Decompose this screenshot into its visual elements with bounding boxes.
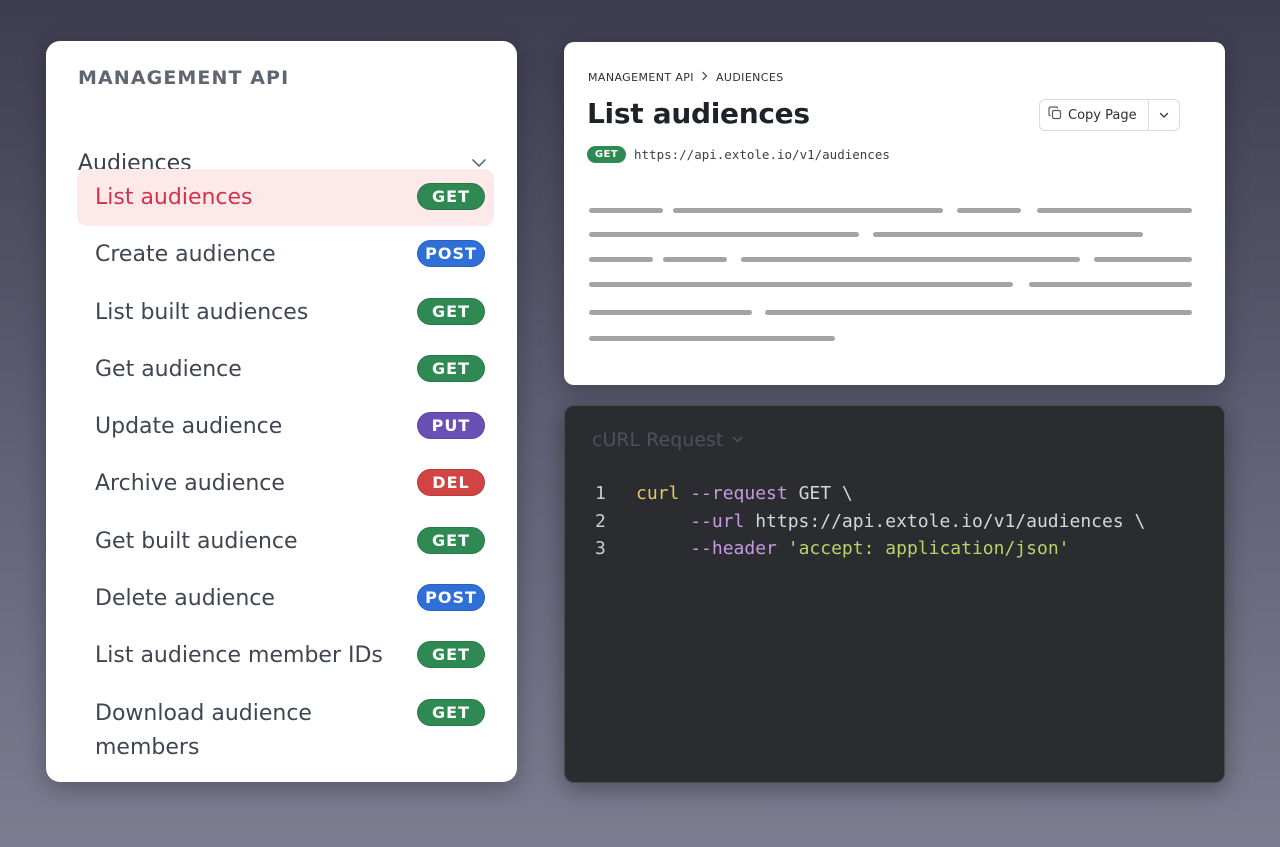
placeholder-line: [1094, 257, 1192, 262]
breadcrumb-item-audiences[interactable]: AUDIENCES: [716, 71, 784, 84]
sidebar-item-label: Get built audience: [95, 528, 298, 554]
placeholder-line: [589, 257, 653, 262]
sidebar-item[interactable]: Update audience PUT: [77, 398, 494, 455]
placeholder-line: [589, 282, 1013, 287]
method-badge: GET: [417, 297, 485, 325]
breadcrumb: MANAGEMENT API AUDIENCES: [588, 70, 784, 84]
sidebar-item[interactable]: Get audience GET: [77, 341, 494, 398]
code-token: curl: [636, 483, 691, 504]
copy-page-button[interactable]: Copy Page: [1040, 100, 1149, 130]
method-badge: GET: [417, 183, 485, 210]
sidebar-item-label: Get audience: [95, 356, 242, 382]
sidebar-item-label: List built audiences: [95, 299, 309, 325]
placeholder-line: [765, 310, 1192, 315]
line-number: 3: [595, 538, 606, 559]
sidebar-header: MANAGEMENT API: [78, 67, 290, 89]
endpoint-list: List audiences GET Create audience POST List…: [77, 169, 494, 775]
copy-page-group: Copy Page: [1039, 99, 1180, 131]
sidebar-item[interactable]: List audience member IDs GET: [77, 627, 494, 684]
sidebar-item[interactable]: Download audience members GET: [77, 685, 494, 775]
page-title: List audiences: [587, 97, 810, 130]
copy-options-dropdown[interactable]: [1149, 100, 1179, 130]
method-badge: DEL: [417, 469, 485, 497]
code-block[interactable]: 1 curl --request GET \ 2 --url https://api…: [595, 480, 1145, 563]
code-token: --header: [690, 538, 777, 559]
code-token: --url: [690, 510, 745, 532]
sidebar-item[interactable]: List audiences GET: [77, 169, 494, 227]
endpoint-row: GET https://api.extole.io/v1/audiences: [587, 146, 890, 163]
sidebar-nav: MANAGEMENT API Audiences List audiences G…: [46, 41, 517, 782]
sidebar-item[interactable]: Delete audience POST: [77, 570, 494, 627]
placeholder-line: [673, 208, 943, 213]
code-line: 2 --url https://api.extole.io/v1/audienc…: [595, 508, 1145, 536]
placeholder-line: [741, 257, 1080, 262]
sidebar-item[interactable]: Archive audience DEL: [77, 455, 494, 512]
method-badge: GET: [417, 641, 485, 669]
breadcrumb-item-management-api[interactable]: MANAGEMENT API: [588, 71, 694, 84]
sidebar-item[interactable]: Create audience POST: [77, 226, 494, 283]
line-number: 1: [595, 483, 606, 504]
placeholder-line: [589, 232, 859, 237]
method-badge: PUT: [417, 412, 485, 440]
method-badge: GET: [587, 146, 626, 163]
placeholder-line: [1029, 282, 1192, 287]
chevron-right-icon: [701, 70, 709, 84]
code-token: https://api.extole.io/v1/audiences \: [744, 510, 1146, 532]
doc-card: MANAGEMENT API AUDIENCES List audiences …: [564, 42, 1225, 385]
sidebar-item-label: Archive audience: [95, 471, 285, 497]
chevron-down-icon: [1158, 106, 1170, 125]
code-line: 3 --header 'accept: application/json': [595, 535, 1145, 563]
method-badge: POST: [417, 240, 485, 268]
placeholder-line: [873, 232, 1143, 237]
placeholder-line: [589, 310, 752, 315]
sidebar-item-label: List audience member IDs: [95, 643, 383, 669]
sidebar-item-label: List audiences: [95, 185, 253, 210]
method-badge: GET: [417, 354, 485, 382]
line-number: 2: [595, 510, 606, 532]
placeholder-line: [589, 336, 835, 341]
placeholder-line: [957, 208, 1021, 213]
sidebar-item-label: Delete audience: [95, 586, 275, 612]
method-badge: POST: [417, 584, 485, 612]
placeholder-line: [589, 208, 663, 213]
placeholder-line: [1037, 208, 1192, 213]
language-selector[interactable]: cURL Request: [592, 429, 744, 451]
language-selector-label: cURL Request: [592, 429, 724, 451]
code-token: --request: [690, 483, 788, 504]
method-badge: GET: [417, 698, 485, 726]
sidebar-item[interactable]: List built audiences GET: [77, 284, 494, 341]
endpoint-url: https://api.extole.io/v1/audiences: [634, 147, 890, 162]
placeholder-line: [663, 257, 727, 262]
chevron-down-icon: [731, 429, 744, 451]
method-badge: GET: [417, 526, 485, 554]
code-sample-panel: cURL Request 1 curl --request GET \ 2 --ur…: [564, 405, 1225, 783]
sidebar-item[interactable]: Get built audience GET: [77, 513, 494, 570]
sidebar-item-label: Update audience: [95, 414, 283, 440]
code-token: 'accept: application/json': [787, 538, 1070, 559]
content-placeholder: [564, 42, 1225, 385]
copy-icon: [1048, 106, 1062, 124]
code-line: 1 curl --request GET \: [595, 480, 1145, 508]
code-token: GET \: [787, 483, 853, 504]
sidebar-item-label: Download audience members: [95, 700, 312, 760]
copy-page-label: Copy Page: [1068, 107, 1137, 123]
sidebar-item-label: Create audience: [95, 242, 276, 268]
